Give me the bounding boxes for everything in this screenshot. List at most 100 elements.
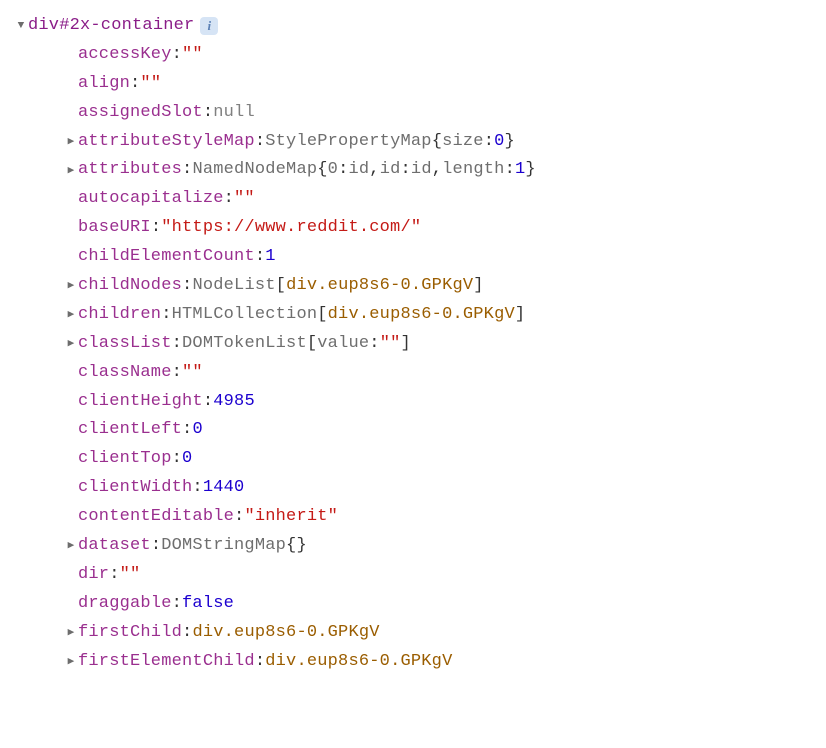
colon: : xyxy=(182,156,192,185)
colon: : xyxy=(172,590,182,619)
property-name: assignedSlot xyxy=(78,99,203,128)
colon: : xyxy=(109,561,119,590)
property-row-attributeStyleMap[interactable]: attributeStyleMap: StylePropertyMap {siz… xyxy=(8,128,818,157)
colon: : xyxy=(172,445,182,474)
colon: : xyxy=(224,185,234,214)
brace-open: { xyxy=(432,128,442,157)
item-key: value xyxy=(317,330,369,359)
bracket-close: ] xyxy=(515,301,525,330)
preview-value: id xyxy=(348,156,369,185)
colon: : xyxy=(338,156,348,185)
property-name: dir xyxy=(78,561,109,590)
expand-arrow-icon[interactable] xyxy=(64,653,78,672)
colon: : xyxy=(203,99,213,128)
property-name: contentEditable xyxy=(78,503,234,532)
property-row-contentEditable: contentEditable: "inherit" xyxy=(8,503,818,532)
preview-value: 0 xyxy=(494,128,504,157)
property-value: "" xyxy=(120,561,141,590)
expand-arrow-icon[interactable] xyxy=(64,537,78,556)
expand-arrow-icon[interactable] xyxy=(64,162,78,181)
colon: : xyxy=(484,128,494,157)
bracket-open: [ xyxy=(307,330,317,359)
element-header-row[interactable]: div#2x-container i xyxy=(8,12,818,41)
property-row-className: className: "" xyxy=(8,359,818,388)
colon: : xyxy=(255,648,265,677)
property-value: div.eup8s6-0.GPKgV xyxy=(265,648,452,677)
property-value: null xyxy=(213,99,255,128)
comma: , xyxy=(432,156,442,185)
colon: : xyxy=(161,301,171,330)
property-value: "" xyxy=(140,70,161,99)
colon: : xyxy=(234,503,244,532)
type-name: DOMStringMap xyxy=(161,532,286,561)
element-label: div#2x-container xyxy=(28,12,194,41)
property-name: accessKey xyxy=(78,41,172,70)
property-row-firstElementChild[interactable]: firstElementChild: div.eup8s6-0.GPKgV xyxy=(8,648,818,677)
expand-arrow-icon[interactable] xyxy=(64,306,78,325)
property-row-clientWidth: clientWidth: 1440 xyxy=(8,474,818,503)
property-value: false xyxy=(182,590,234,619)
type-name: HTMLCollection xyxy=(172,301,318,330)
property-name: classList xyxy=(78,330,172,359)
property-name: align xyxy=(78,70,130,99)
comma: , xyxy=(369,156,379,185)
bracket-open: [ xyxy=(276,272,286,301)
preview-key: length xyxy=(442,156,504,185)
colon: : xyxy=(203,388,213,417)
property-row-childNodes[interactable]: childNodes: NodeList [div.eup8s6-0.GPKgV… xyxy=(8,272,818,301)
expand-arrow-icon[interactable] xyxy=(64,277,78,296)
property-row-accessKey: accessKey: "" xyxy=(8,41,818,70)
colon: : xyxy=(505,156,515,185)
property-value: "inherit" xyxy=(244,503,338,532)
type-name: DOMTokenList xyxy=(182,330,307,359)
property-value: 1440 xyxy=(203,474,245,503)
property-value: "" xyxy=(234,185,255,214)
property-name: dataset xyxy=(78,532,151,561)
property-name: autocapitalize xyxy=(78,185,224,214)
property-row-align: align: "" xyxy=(8,70,818,99)
colon: : xyxy=(182,272,192,301)
preview-key: id xyxy=(380,156,401,185)
preview-value: 1 xyxy=(515,156,525,185)
property-value: 0 xyxy=(182,445,192,474)
property-name: clientWidth xyxy=(78,474,192,503)
property-row-clientLeft: clientLeft: 0 xyxy=(8,416,818,445)
colon: : xyxy=(130,70,140,99)
expand-arrow-icon[interactable] xyxy=(64,335,78,354)
property-row-children[interactable]: children: HTMLCollection [div.eup8s6-0.G… xyxy=(8,301,818,330)
property-value: div.eup8s6-0.GPKgV xyxy=(192,619,379,648)
property-row-baseURI: baseURI: "https://www.reddit.com/" xyxy=(8,214,818,243)
property-value: "" xyxy=(182,41,203,70)
property-row-childElementCount: childElementCount: 1 xyxy=(8,243,818,272)
colon: : xyxy=(182,416,192,445)
type-name: NamedNodeMap xyxy=(192,156,317,185)
colon: : xyxy=(151,214,161,243)
brace-close: } xyxy=(505,128,515,157)
property-name: children xyxy=(78,301,161,330)
brace-open: { xyxy=(317,156,327,185)
property-row-dataset[interactable]: dataset: DOMStringMap {} xyxy=(8,532,818,561)
property-name: childElementCount xyxy=(78,243,255,272)
expand-arrow-icon[interactable] xyxy=(64,133,78,152)
brace-close: } xyxy=(525,156,535,185)
property-row-classList[interactable]: classList: DOMTokenList [value: ""] xyxy=(8,330,818,359)
property-row-attributes[interactable]: attributes: NamedNodeMap {0: id, id: id,… xyxy=(8,156,818,185)
colon: : xyxy=(172,330,182,359)
bracket-close: ] xyxy=(473,272,483,301)
colon: : xyxy=(369,330,379,359)
colon: : xyxy=(255,128,265,157)
colon: : xyxy=(151,532,161,561)
expand-arrow-icon[interactable] xyxy=(64,624,78,643)
property-row-firstChild[interactable]: firstChild: div.eup8s6-0.GPKgV xyxy=(8,619,818,648)
colon: : xyxy=(172,359,182,388)
property-value: "https://www.reddit.com/" xyxy=(161,214,421,243)
brace-close: } xyxy=(296,532,306,561)
property-value: 0 xyxy=(192,416,202,445)
property-row-clientHeight: clientHeight: 4985 xyxy=(8,388,818,417)
property-name: attributes xyxy=(78,156,182,185)
preview-value: id xyxy=(411,156,432,185)
info-badge-icon[interactable]: i xyxy=(200,17,218,35)
colon: : xyxy=(172,41,182,70)
property-row-dir: dir: "" xyxy=(8,561,818,590)
expand-arrow-icon[interactable] xyxy=(14,17,28,36)
